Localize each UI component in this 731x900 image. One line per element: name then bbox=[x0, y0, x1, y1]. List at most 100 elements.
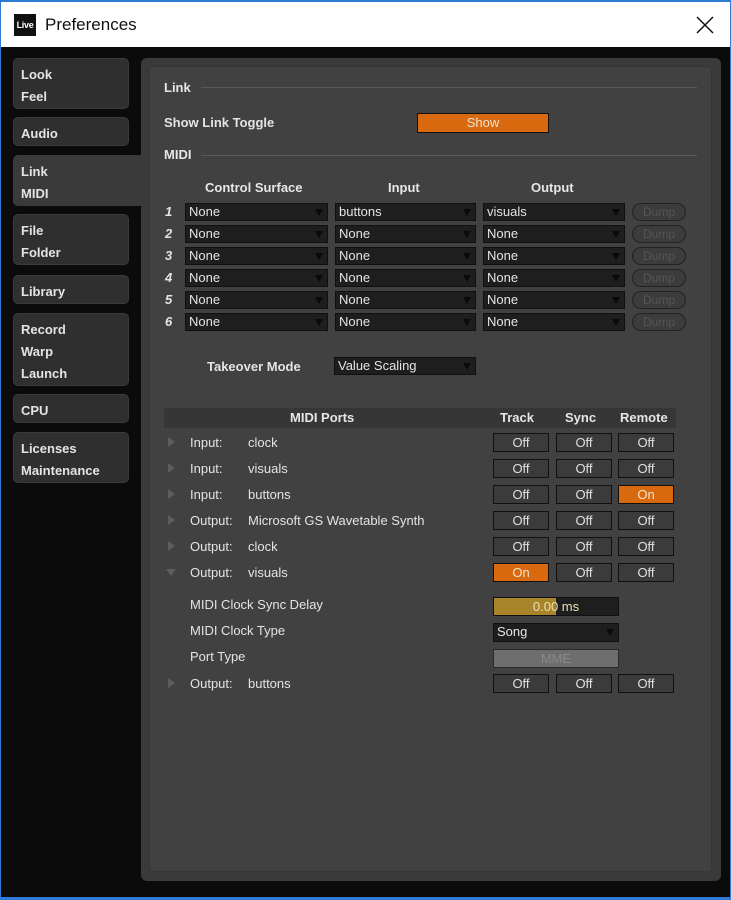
sync-toggle[interactable]: Off bbox=[556, 563, 612, 582]
midi-clock-type-dropdown[interactable]: Song bbox=[493, 623, 619, 642]
midi-clock-type-value: Song bbox=[497, 624, 528, 639]
midi-port-row: Output: visuals On Off Off bbox=[164, 562, 684, 584]
surface-row-number: 3 bbox=[165, 248, 173, 263]
input-dropdown[interactable]: None bbox=[335, 313, 476, 331]
remote-toggle[interactable]: Off bbox=[618, 537, 674, 556]
midi-ports-header: MIDI Ports Track Sync Remote bbox=[164, 408, 676, 428]
triangle-right-icon[interactable] bbox=[168, 541, 175, 551]
remote-toggle[interactable]: On bbox=[618, 485, 674, 504]
chevron-down-icon bbox=[315, 297, 323, 304]
show-link-toggle-button[interactable]: Show bbox=[417, 113, 549, 133]
chevron-down-icon bbox=[606, 629, 614, 636]
link-section-divider bbox=[201, 87, 697, 88]
output-dropdown[interactable]: None bbox=[483, 291, 625, 309]
surface-row-number: 2 bbox=[165, 226, 173, 241]
input-dropdown[interactable]: None bbox=[335, 225, 476, 243]
control-surface-dropdown[interactable]: None bbox=[185, 269, 328, 287]
triangle-right-icon[interactable] bbox=[168, 678, 175, 688]
show-link-toggle-label: Show Link Toggle bbox=[164, 115, 275, 130]
input-dropdown[interactable]: None bbox=[335, 247, 476, 265]
port-direction: Input: bbox=[190, 435, 223, 450]
track-toggle[interactable]: Off bbox=[493, 674, 549, 693]
input-dropdown[interactable]: None bbox=[335, 291, 476, 309]
port-name: clock bbox=[248, 539, 278, 554]
close-button[interactable] bbox=[690, 10, 720, 40]
sidebar-tab-label: Audio bbox=[21, 126, 58, 141]
chevron-down-icon bbox=[315, 253, 323, 260]
sidebar-tab-cpu[interactable]: CPU bbox=[13, 394, 129, 423]
track-toggle[interactable]: Off bbox=[493, 433, 549, 452]
control-surface-dropdown[interactable]: None bbox=[185, 225, 328, 243]
sidebar-tab-look-feel[interactable]: Look Feel bbox=[13, 58, 129, 109]
chevron-down-icon bbox=[315, 231, 323, 238]
midi-port-row: Input: clock Off Off Off bbox=[164, 432, 684, 454]
chevron-down-icon bbox=[315, 319, 323, 326]
remote-toggle[interactable]: Off bbox=[618, 674, 674, 693]
output-dropdown[interactable]: None bbox=[483, 313, 625, 331]
control-surface-dropdown[interactable]: None bbox=[185, 313, 328, 331]
output-dropdown[interactable]: None bbox=[483, 269, 625, 287]
input-dropdown-value: None bbox=[339, 226, 371, 241]
control-surface-dropdown-value: None bbox=[189, 226, 221, 241]
track-toggle[interactable]: Off bbox=[493, 511, 549, 530]
sidebar-tab-audio[interactable]: Audio bbox=[13, 117, 129, 146]
sync-toggle[interactable]: Off bbox=[556, 537, 612, 556]
input-dropdown[interactable]: None bbox=[335, 269, 476, 287]
triangle-right-icon[interactable] bbox=[168, 463, 175, 473]
link-section-title: Link bbox=[164, 80, 191, 95]
control-surface-dropdown-value: None bbox=[189, 314, 221, 329]
dump-button: Dump bbox=[632, 313, 686, 331]
port-name: buttons bbox=[248, 676, 291, 691]
midi-clock-type-label: MIDI Clock Type bbox=[190, 623, 286, 638]
output-dropdown[interactable]: visuals bbox=[483, 203, 625, 221]
control-surface-dropdown[interactable]: None bbox=[185, 291, 328, 309]
track-toggle[interactable]: Off bbox=[493, 485, 549, 504]
sidebar-tab-file-folder[interactable]: File Folder bbox=[13, 214, 129, 265]
chevron-down-icon bbox=[315, 275, 323, 282]
remote-toggle[interactable]: Off bbox=[618, 433, 674, 452]
control-surface-dropdown[interactable]: None bbox=[185, 247, 328, 265]
track-toggle[interactable]: Off bbox=[493, 537, 549, 556]
remote-toggle[interactable]: Off bbox=[618, 563, 674, 582]
sync-toggle[interactable]: Off bbox=[556, 459, 612, 478]
input-dropdown[interactable]: buttons bbox=[335, 203, 476, 221]
input-dropdown-value: None bbox=[339, 270, 371, 285]
port-direction: Output: bbox=[190, 513, 233, 528]
track-toggle[interactable]: Off bbox=[493, 459, 549, 478]
chevron-down-icon bbox=[612, 253, 620, 260]
output-dropdown-value: None bbox=[487, 270, 519, 285]
sidebar-tab-record-warp-launch[interactable]: Record Warp Launch bbox=[13, 313, 129, 386]
midi-port-row: Input: visuals Off Off Off bbox=[164, 458, 684, 480]
control-surface-dropdown-value: None bbox=[189, 270, 221, 285]
output-dropdown[interactable]: None bbox=[483, 225, 625, 243]
remote-toggle[interactable]: Off bbox=[618, 459, 674, 478]
sync-toggle[interactable]: Off bbox=[556, 674, 612, 693]
port-direction: Output: bbox=[190, 565, 233, 580]
triangle-right-icon[interactable] bbox=[168, 515, 175, 525]
remote-toggle[interactable]: Off bbox=[618, 511, 674, 530]
input-dropdown-value: None bbox=[339, 292, 371, 307]
chevron-down-icon bbox=[612, 231, 620, 238]
port-name: buttons bbox=[248, 487, 291, 502]
output-dropdown[interactable]: None bbox=[483, 247, 625, 265]
takeover-mode-dropdown[interactable]: Value Scaling bbox=[334, 357, 476, 375]
triangle-right-icon[interactable] bbox=[168, 489, 175, 499]
chevron-down-icon bbox=[463, 319, 471, 326]
input-dropdown-value: None bbox=[339, 314, 371, 329]
sync-toggle[interactable]: Off bbox=[556, 511, 612, 530]
sidebar-tab-link-midi[interactable]: Link MIDI bbox=[13, 155, 143, 206]
sidebar-tab-label: Launch bbox=[21, 366, 68, 381]
sync-toggle[interactable]: Off bbox=[556, 433, 612, 452]
sync-header: Sync bbox=[565, 410, 597, 425]
control-surface-dropdown[interactable]: None bbox=[185, 203, 328, 221]
sidebar-tab-licenses-maintenance[interactable]: Licenses Maintenance bbox=[13, 432, 129, 483]
input-column-header: Input bbox=[388, 180, 420, 195]
input-dropdown-value: None bbox=[339, 248, 371, 263]
track-toggle[interactable]: On bbox=[493, 563, 549, 582]
sync-toggle[interactable]: Off bbox=[556, 485, 612, 504]
control-surface-column-header: Control Surface bbox=[205, 180, 303, 195]
triangle-right-icon[interactable] bbox=[168, 437, 175, 447]
sidebar-tab-library[interactable]: Library bbox=[13, 275, 129, 304]
midi-clock-sync-delay-slider[interactable]: 0.00 ms bbox=[493, 597, 619, 616]
triangle-down-icon[interactable] bbox=[166, 569, 176, 576]
